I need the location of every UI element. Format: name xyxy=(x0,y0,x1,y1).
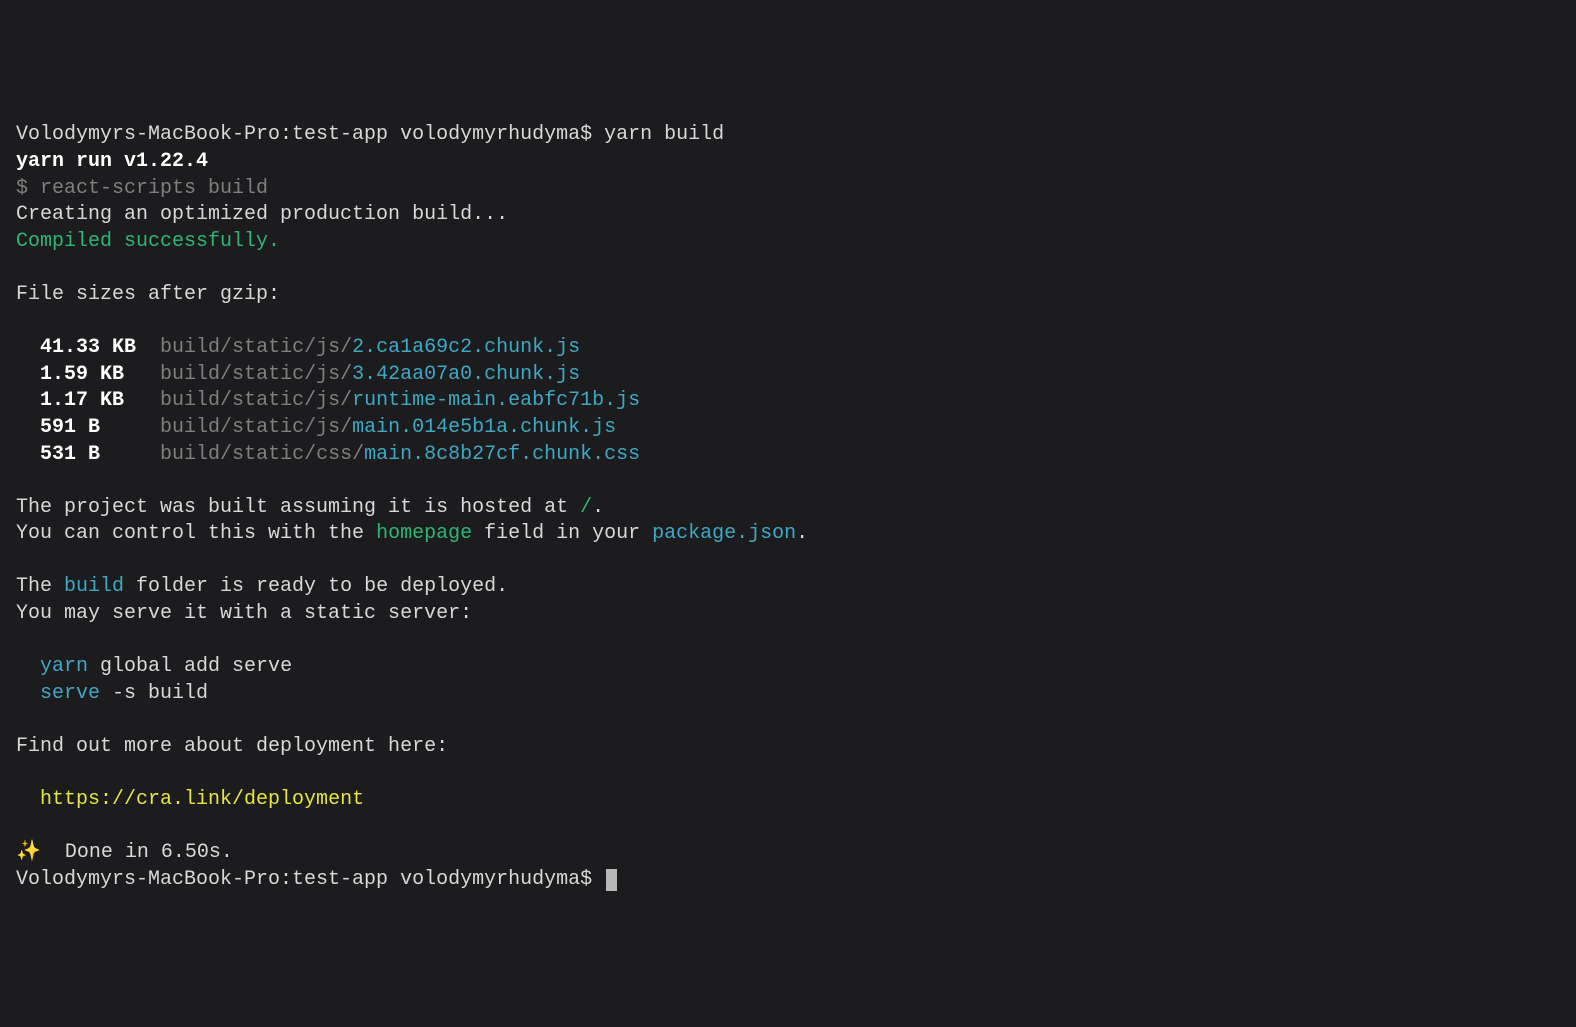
serve-cmd-1: yarn global add serve xyxy=(16,654,1560,681)
done-line: ✨ Done in 6.50s. xyxy=(16,840,1560,867)
prompt-host: Volodymyrs-MacBook-Pro:test-app volodymy… xyxy=(16,868,604,891)
yarn-cmd: yarn xyxy=(40,655,88,678)
file-row: 591 B build/static/js/main.014e5b1a.chun… xyxy=(16,415,1560,442)
cursor-icon xyxy=(606,869,617,891)
file-name: main.8c8b27cf.chunk.css xyxy=(364,443,640,466)
file-row: 531 B build/static/css/main.8c8b27cf.chu… xyxy=(16,442,1560,469)
dollar-prefix: $ xyxy=(16,177,40,200)
text: The project was built assuming it is hos… xyxy=(16,496,580,519)
prompt-host: Volodymyrs-MacBook-Pro:test-app volodymy… xyxy=(16,123,604,146)
file-dir: build/static/js/ xyxy=(160,416,352,439)
ready-line-2: You may serve it with a static server: xyxy=(16,601,1560,628)
prompt-line-2[interactable]: Volodymyrs-MacBook-Pro:test-app volodymy… xyxy=(16,867,1560,894)
text: . xyxy=(796,522,808,545)
file-list: 41.33 KB build/static/js/2.ca1a69c2.chun… xyxy=(16,335,1560,468)
text: The xyxy=(16,575,64,598)
file-dir: build/static/js/ xyxy=(160,363,352,386)
file-name: 2.ca1a69c2.chunk.js xyxy=(352,336,580,359)
yarn-run-line: yarn run v1.22.4 xyxy=(16,149,1560,176)
command-text: yarn build xyxy=(604,123,724,146)
text: folder is ready to be deployed. xyxy=(124,575,508,598)
blank-line xyxy=(16,468,1560,495)
file-row: 41.33 KB build/static/js/2.ca1a69c2.chun… xyxy=(16,335,1560,362)
blank-line xyxy=(16,707,1560,734)
text: field in your xyxy=(472,522,652,545)
hosted-line-2: You can control this with the homepage f… xyxy=(16,521,1560,548)
deploy-url-line: https://cra.link/deployment xyxy=(16,787,1560,814)
blank-line xyxy=(16,309,1560,336)
text: . xyxy=(592,496,604,519)
prompt-line-1: Volodymyrs-MacBook-Pro:test-app volodymy… xyxy=(16,122,1560,149)
file-row: 1.59 KB build/static/js/3.42aa07a0.chunk… xyxy=(16,362,1560,389)
hosted-line-1: The project was built assuming it is hos… xyxy=(16,495,1560,522)
text: -s build xyxy=(100,682,208,705)
file-size: 41.33 KB xyxy=(40,336,160,359)
ready-line-1: The build folder is ready to be deployed… xyxy=(16,574,1560,601)
sizes-header: File sizes after gzip: xyxy=(16,282,1560,309)
text: You can control this with the xyxy=(16,522,376,545)
deploy-url: https://cra.link/deployment xyxy=(40,788,364,811)
serve-cmd-2: serve -s build xyxy=(16,681,1560,708)
file-name: 3.42aa07a0.chunk.js xyxy=(352,363,580,386)
deploy-more: Find out more about deployment here: xyxy=(16,734,1560,761)
script-cmd: react-scripts build xyxy=(40,177,268,200)
blank-line xyxy=(16,761,1560,788)
file-size: 1.17 KB xyxy=(40,389,160,412)
blank-line xyxy=(16,814,1560,841)
file-dir: build/static/js/ xyxy=(160,389,352,412)
compiled-line: Compiled successfully. xyxy=(16,229,1560,256)
homepage-field: homepage xyxy=(376,522,472,545)
root-path: / xyxy=(580,496,592,519)
script-line: $ react-scripts build xyxy=(16,176,1560,203)
creating-line: Creating an optimized production build..… xyxy=(16,202,1560,229)
file-name: runtime-main.eabfc71b.js xyxy=(352,389,640,412)
file-row: 1.17 KB build/static/js/runtime-main.eab… xyxy=(16,388,1560,415)
file-size: 531 B xyxy=(40,443,160,466)
file-dir: build/static/js/ xyxy=(160,336,352,359)
text: global add serve xyxy=(88,655,292,678)
sparkles-icon: ✨ xyxy=(16,841,41,864)
file-name: main.014e5b1a.chunk.js xyxy=(352,416,616,439)
package-json: package.json xyxy=(652,522,796,545)
terminal-output[interactable]: Volodymyrs-MacBook-Pro:test-app volodymy… xyxy=(16,122,1560,893)
file-size: 1.59 KB xyxy=(40,363,160,386)
serve-cmd: serve xyxy=(40,682,100,705)
done-text: Done in 6.50s. xyxy=(41,841,233,864)
file-size: 591 B xyxy=(40,416,160,439)
blank-line xyxy=(16,255,1560,282)
file-dir: build/static/css/ xyxy=(160,443,364,466)
build-folder: build xyxy=(64,575,124,598)
blank-line xyxy=(16,628,1560,655)
blank-line xyxy=(16,548,1560,575)
